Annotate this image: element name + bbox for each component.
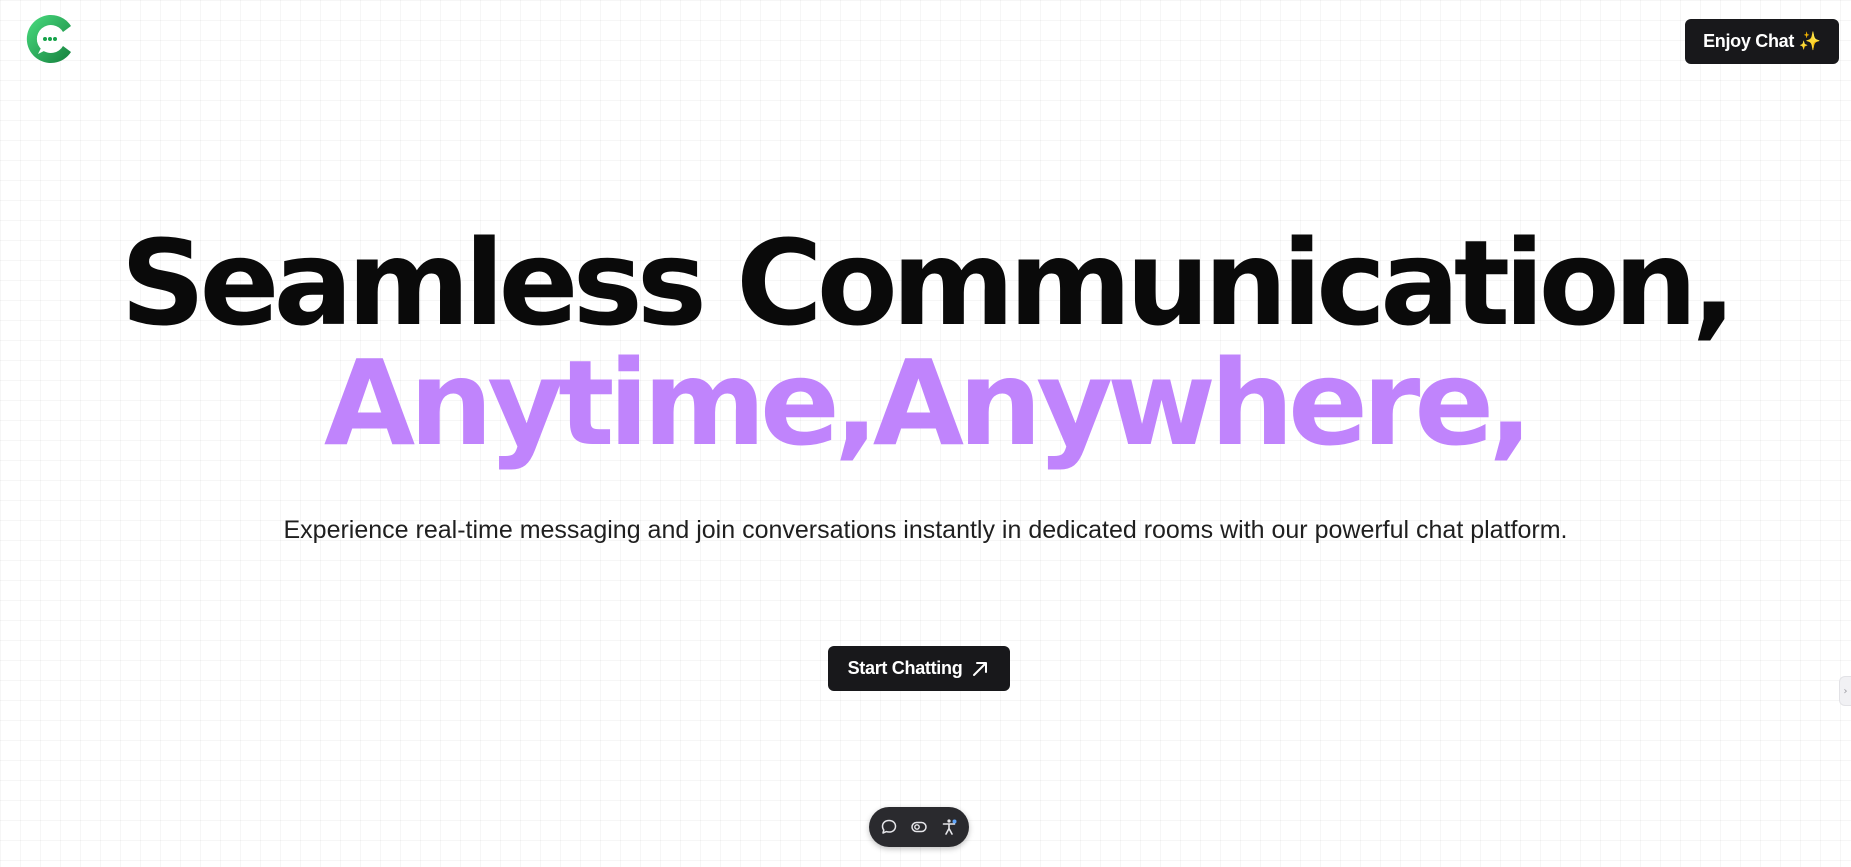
start-chatting-button[interactable]: Start Chatting (828, 646, 1010, 691)
enjoy-chat-button-label: Enjoy Chat ✨ (1703, 31, 1821, 51)
side-panel-toggle[interactable]: › (1839, 676, 1851, 706)
hero-headline: Seamless Communication, (120, 214, 1737, 352)
hero-subtitle: Experience real-time messaging and join … (283, 516, 1568, 544)
hero-headline-accent: Anytime,Anywhere, (323, 334, 1533, 472)
landing-page: Enjoy Chat ✨ Seamless Communication, Any… (0, 0, 1851, 867)
arrow-up-right-icon (970, 659, 990, 679)
app-logo[interactable] (25, 12, 79, 66)
chat-bubble-logo-icon (26, 15, 72, 63)
chat-bubble-icon[interactable] (879, 817, 899, 837)
bottom-dock (869, 807, 969, 847)
toggle-icon[interactable] (909, 817, 929, 837)
accessibility-icon[interactable] (939, 817, 959, 837)
enjoy-chat-button[interactable]: Enjoy Chat ✨ (1685, 19, 1839, 64)
start-chatting-label: Start Chatting (847, 658, 963, 678)
chevron-right-icon: › (1843, 685, 1848, 697)
